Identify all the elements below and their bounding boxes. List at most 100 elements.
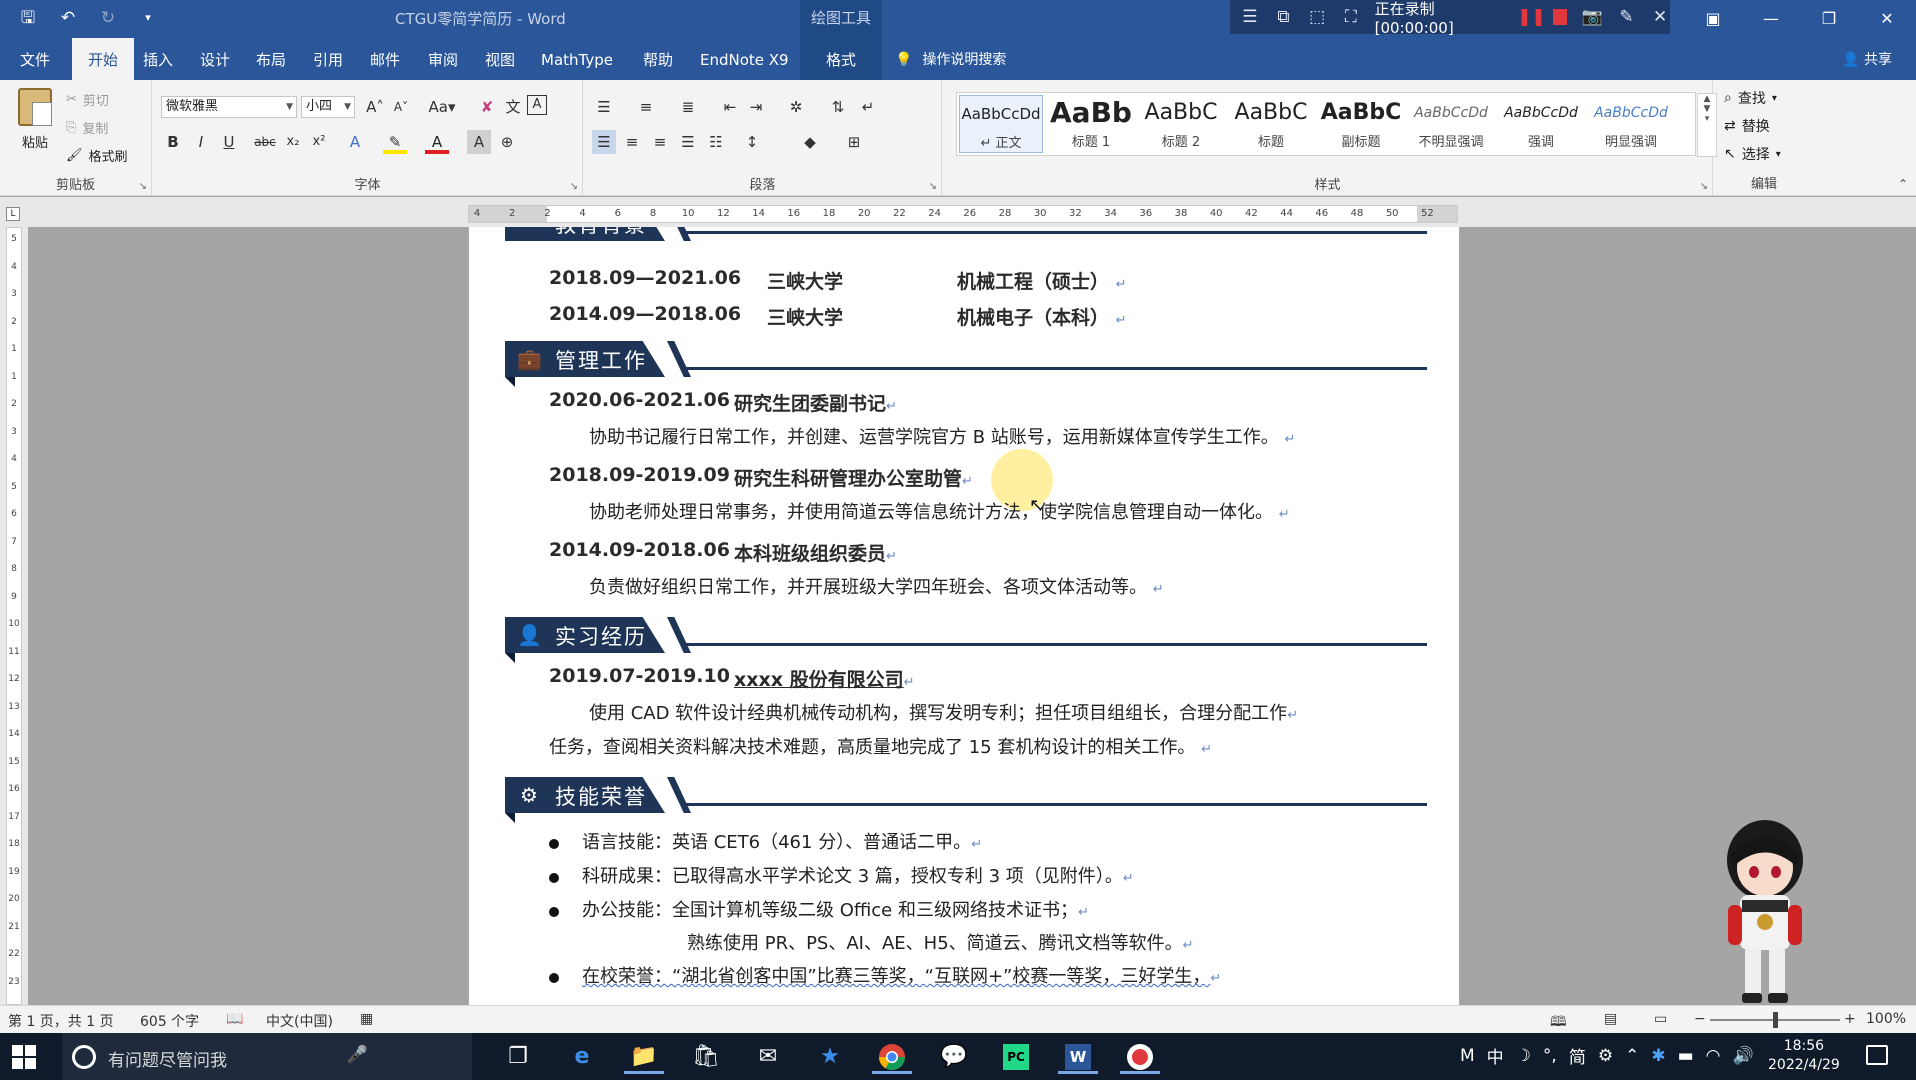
close-recorder-icon[interactable]: ✕ (1650, 6, 1670, 28)
stop-icon[interactable] (1553, 9, 1568, 25)
style-subtitle[interactable]: AaBbC 副标题 (1319, 95, 1403, 153)
enclose-char-icon[interactable]: ⊕ (495, 130, 519, 154)
tab-references[interactable]: 引用 (313, 38, 343, 80)
tab-design[interactable]: 设计 (200, 38, 230, 80)
strikethrough-icon[interactable]: abc (253, 130, 277, 154)
subscript-icon[interactable]: x₂ (281, 130, 305, 154)
clipboard-launcher-icon[interactable]: ↘ (139, 181, 147, 192)
ribbon-display-icon[interactable]: ▣ (1684, 0, 1742, 38)
highlight-icon[interactable]: ✎ (383, 130, 407, 154)
decrease-indent-icon[interactable]: ⇤ (718, 95, 742, 119)
select-button[interactable]: ↖ 选择 ▾ (1724, 144, 1781, 164)
chinese-layout-icon[interactable]: ✲ (784, 95, 808, 119)
align-center-icon[interactable]: ≡ (620, 130, 644, 154)
paragraph-launcher-icon[interactable]: ↘ (929, 181, 937, 192)
zoom-slider-thumb[interactable] (1773, 1012, 1778, 1028)
zoom-out-icon[interactable]: − (1694, 1011, 1706, 1027)
tab-help[interactable]: 帮助 (643, 38, 673, 80)
style-heading2[interactable]: AaBbC 标题 2 (1139, 95, 1223, 153)
wechat-icon[interactable]: 💬 (934, 1040, 974, 1074)
tab-endnote[interactable]: EndNote X9 (700, 38, 789, 80)
word-count[interactable]: 605 个字 (140, 1011, 199, 1031)
format-painter-button[interactable]: 🖌 格式刷 (66, 146, 128, 165)
pycharm-icon[interactable]: PC (996, 1040, 1036, 1074)
close-icon[interactable]: ✕ (1858, 0, 1916, 38)
task-view-icon[interactable]: ❐ (498, 1040, 538, 1074)
punctuation-icon[interactable]: °, (1543, 1046, 1557, 1066)
redo-icon[interactable]: ↻ (98, 8, 118, 28)
page-count[interactable]: 第 1 页，共 1 页 (8, 1011, 114, 1031)
volume-icon[interactable]: 🔊 (1732, 1046, 1753, 1066)
show-marks-icon[interactable]: ↵ (856, 95, 880, 119)
restore-icon[interactable]: ❐ (1800, 0, 1858, 38)
share-button[interactable]: 👤 共享 (1842, 38, 1892, 82)
char-shading-icon[interactable]: A (467, 130, 491, 154)
chevron-up-icon[interactable]: ⌃ (1625, 1046, 1639, 1066)
wifi-icon[interactable]: ◠ (1706, 1046, 1721, 1066)
find-button[interactable]: ⌕ 查找 ▾ (1724, 88, 1777, 108)
edge-icon[interactable]: e (562, 1040, 602, 1074)
undo-icon[interactable]: ↶ (58, 8, 78, 28)
font-launcher-icon[interactable]: ↘ (570, 181, 578, 192)
zoom-in-icon[interactable]: + (1844, 1011, 1856, 1027)
tab-file[interactable]: 文件 (20, 38, 50, 80)
web-layout-icon[interactable]: ▭ (1654, 1011, 1667, 1027)
bold-icon[interactable]: B (161, 130, 185, 154)
tab-layout[interactable]: 布局 (256, 38, 286, 80)
text-effects-icon[interactable]: A (343, 130, 367, 154)
zoom-level[interactable]: 100% (1866, 1011, 1906, 1027)
style-title[interactable]: AaBbC 标题 (1229, 95, 1313, 153)
microphone-icon[interactable]: 🎤 (347, 1045, 368, 1065)
tab-insert[interactable]: 插入 (143, 38, 173, 80)
underline-icon[interactable]: U (217, 130, 241, 154)
proofing-icon[interactable]: 📖 (226, 1011, 243, 1027)
window-icon[interactable]: ⧉ (1274, 6, 1294, 28)
superscript-icon[interactable]: x² (307, 130, 331, 154)
justify-icon[interactable]: ☰ (676, 130, 700, 154)
document-workspace[interactable]: 教育背景 2018.09—2021.06 三峡大学 机械工程（硕士） ↵ 201… (28, 227, 1916, 1005)
ime-m-icon[interactable]: M (1460, 1046, 1475, 1066)
replace-button[interactable]: ⇄ 替换 (1724, 116, 1770, 136)
moon-icon[interactable]: ☽ (1516, 1046, 1531, 1066)
paste-button[interactable]: 粘贴 (14, 88, 56, 168)
mail-icon[interactable]: ✉ (748, 1040, 788, 1074)
style-normal[interactable]: AaBbCcDd ↵ 正文 (959, 95, 1043, 153)
font-size-combo[interactable]: 小四 ▼ (301, 96, 355, 118)
save-icon[interactable]: 🖫 (18, 8, 38, 28)
change-case-icon[interactable]: Aa▾ (425, 95, 459, 119)
tab-selector-icon[interactable]: L (6, 207, 20, 221)
sort-icon[interactable]: ⇅ (826, 95, 850, 119)
language[interactable]: 中文(中国) (266, 1011, 333, 1031)
multilevel-list-icon[interactable]: ≣ (676, 95, 700, 119)
shrink-font-icon[interactable]: A˅ (389, 95, 413, 119)
bullets-icon[interactable]: ☰ (592, 95, 616, 119)
collapse-ribbon-icon[interactable]: ⌃ (1898, 177, 1908, 191)
distribute-icon[interactable]: ☷ (704, 130, 728, 154)
cut-button[interactable]: ✂ 剪切 (66, 90, 109, 109)
style-subtle-emphasis[interactable]: AaBbCcDd 不明显强调 (1409, 95, 1493, 153)
align-left-icon[interactable]: ☰ (592, 130, 616, 154)
align-right-icon[interactable]: ≡ (648, 130, 672, 154)
tab-mailings[interactable]: 邮件 (370, 38, 400, 80)
grow-font-icon[interactable]: A˄ (363, 95, 387, 119)
settings-icon[interactable]: ⚙ (1598, 1046, 1613, 1066)
document-page[interactable]: 教育背景 2018.09—2021.06 三峡大学 机械工程（硕士） ↵ 201… (469, 227, 1459, 1005)
tab-view[interactable]: 视图 (485, 38, 515, 80)
tab-format[interactable]: 格式 (800, 38, 882, 80)
file-explorer-icon[interactable]: 📁 (624, 1040, 664, 1074)
windows-start-icon[interactable] (12, 1045, 36, 1069)
font-color-icon[interactable]: A (425, 130, 449, 154)
tab-review[interactable]: 审阅 (428, 38, 458, 80)
char-border-icon[interactable]: A (527, 95, 547, 115)
chrome-icon[interactable] (872, 1040, 912, 1074)
italic-icon[interactable]: I (189, 130, 213, 154)
clear-format-icon[interactable]: ✘ (475, 95, 499, 119)
store-icon[interactable]: 🛍 (686, 1040, 726, 1074)
style-intense-emphasis[interactable]: AaBbCcDd 明显强调 (1589, 95, 1673, 153)
fullscreen-icon[interactable]: ⛶ (1341, 6, 1361, 28)
menu-icon[interactable]: ☰ (1240, 6, 1260, 28)
tab-home[interactable]: 开始 (72, 38, 135, 80)
numbering-icon[interactable]: ≡ (634, 95, 658, 119)
tell-me-search[interactable]: 💡 操作说明搜索 (895, 38, 1006, 80)
pen-icon[interactable]: ✎ (1617, 6, 1637, 28)
